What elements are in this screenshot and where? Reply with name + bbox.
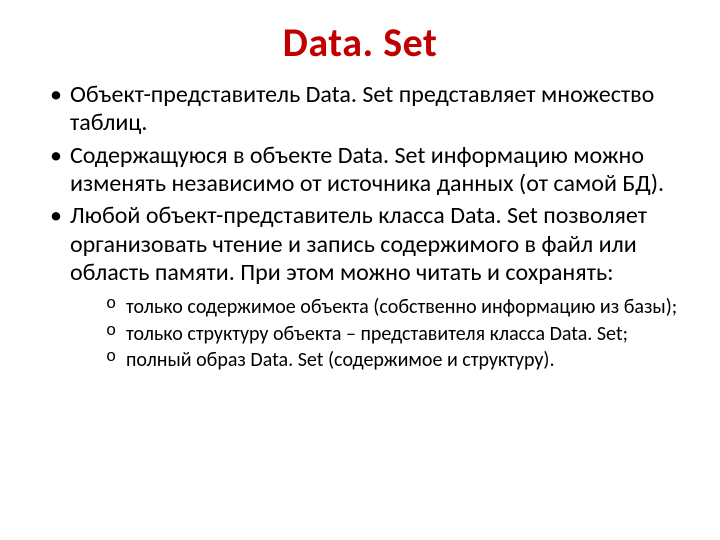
sub-bullet-item: только структуру объекта – представителя…	[106, 322, 678, 346]
sub-bullet-text: только содержимое объекта (собственно ин…	[126, 295, 677, 319]
bullet-item: Содержащуюся в объекте Data. Set информа…	[42, 142, 678, 199]
slide: Data. Set Объект-представитель Data. Set…	[0, 0, 720, 540]
sub-bullet-item: только содержимое объекта (собственно ин…	[106, 295, 678, 319]
slide-title: Data. Set	[42, 18, 678, 67]
bullet-item: Объект-представитель Data. Set представл…	[42, 81, 678, 138]
bullet-item: Любой объект-представитель класса Data. …	[42, 202, 678, 372]
bullet-text: Объект-представитель Data. Set представл…	[70, 80, 654, 137]
sub-bullet-list: только содержимое объекта (собственно ин…	[70, 295, 678, 372]
sub-bullet-item: полный образ Data. Set (содержимое и стр…	[106, 348, 678, 372]
sub-bullet-text: только структуру объекта – представителя…	[126, 322, 628, 346]
bullet-text: Любой объект-представитель класса Data. …	[70, 201, 647, 287]
sub-bullet-text: полный образ Data. Set (содержимое и стр…	[126, 348, 555, 372]
bullet-list: Объект-представитель Data. Set представл…	[42, 81, 678, 372]
bullet-text: Содержащуюся в объекте Data. Set информа…	[70, 141, 664, 198]
